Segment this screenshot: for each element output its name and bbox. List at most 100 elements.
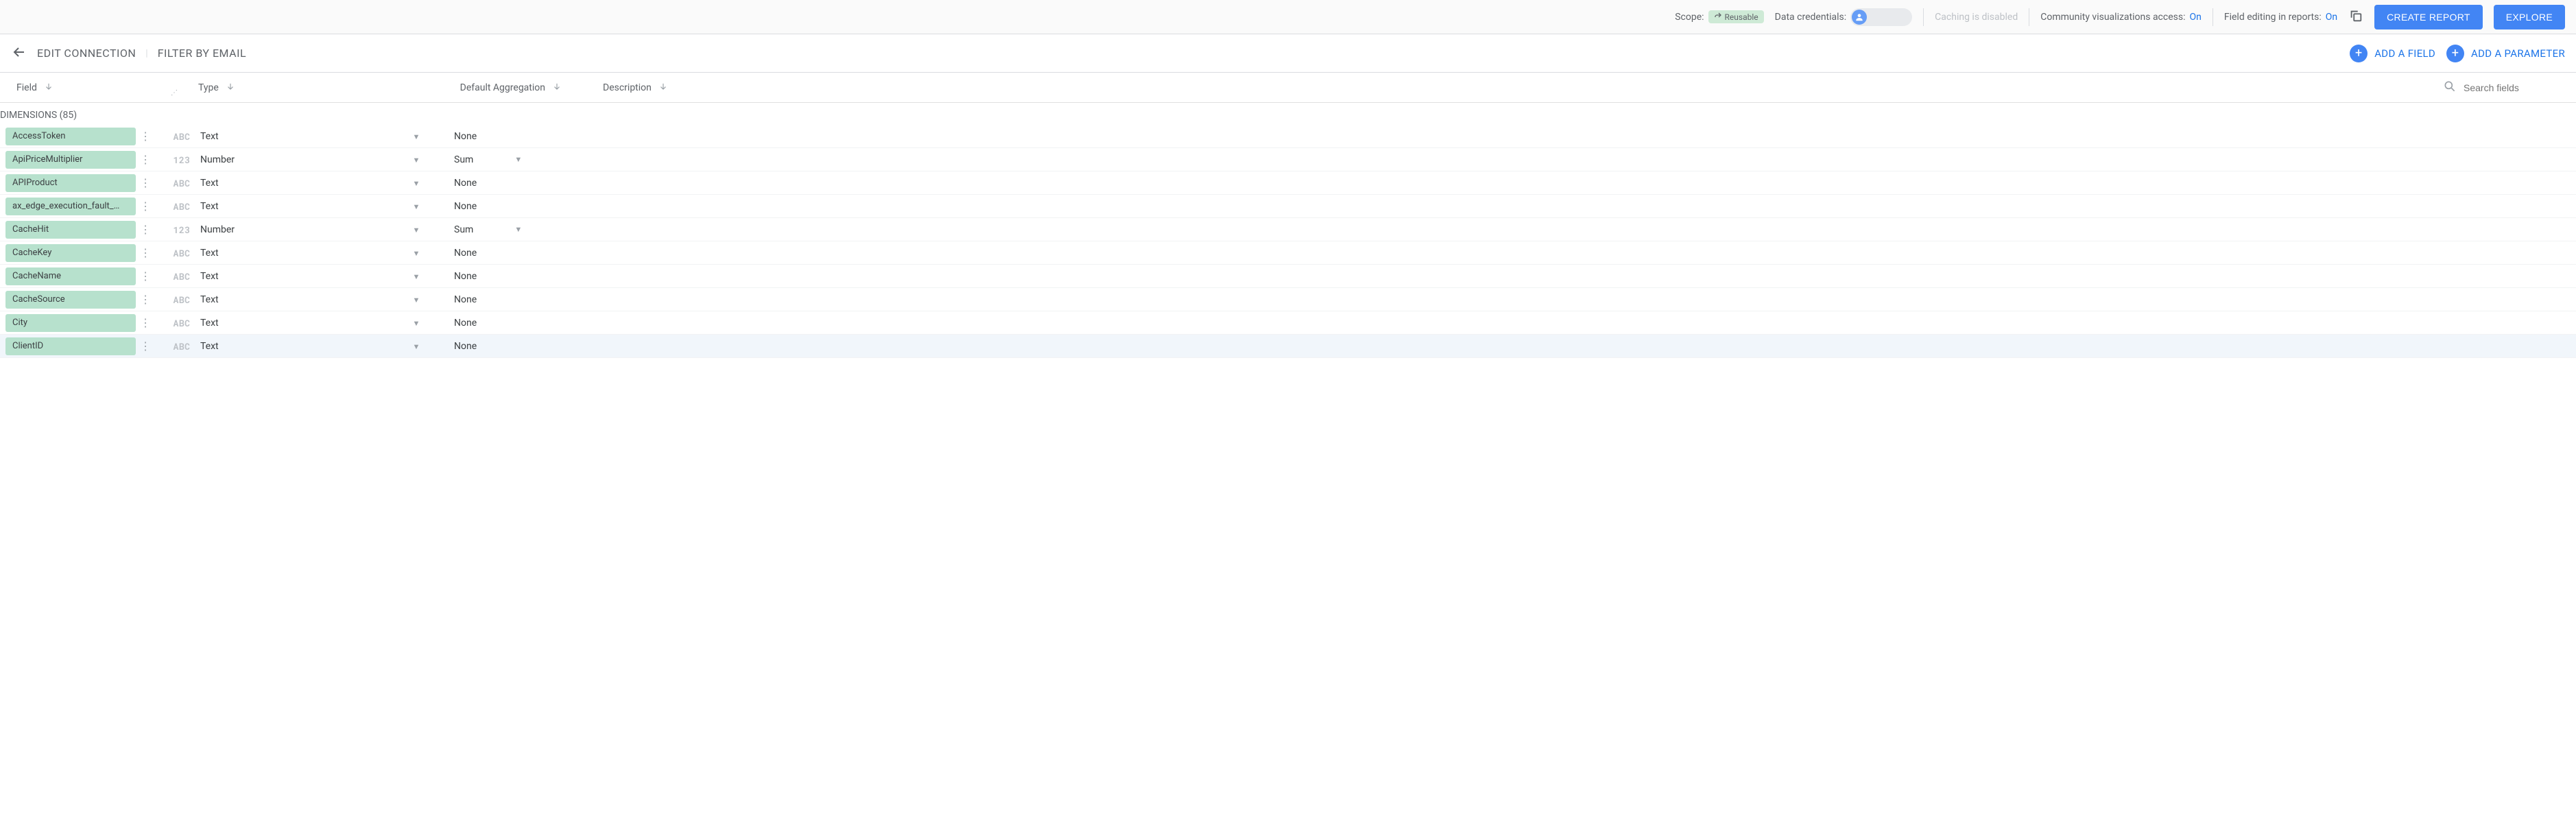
chevron-down-icon[interactable]: ▼ [413,226,420,235]
table-row[interactable]: CacheName⋮ ABCText ▼ None [0,265,2576,288]
aggregation-cell: None [454,271,591,282]
field-name-pill[interactable]: CacheSource [5,291,136,309]
chevron-down-icon[interactable]: ▼ [413,319,420,328]
scope-reusable-chip[interactable]: Reusable [1708,10,1764,23]
person-icon [1852,10,1867,25]
field-name-pill[interactable]: CacheKey [5,244,136,262]
type-cell[interactable]: 123 Number [173,224,406,236]
number-type-icon: 123 [173,224,191,236]
sort-arrow-down-icon [44,82,53,94]
kebab-menu-icon[interactable]: ⋮ [136,130,152,143]
explore-button[interactable]: EXPLORE [2494,5,2565,29]
col-header-description[interactable]: Description [603,82,795,94]
field-editing-value[interactable]: On [2326,12,2337,23]
credentials-owner-chip[interactable] [1850,8,1912,26]
kebab-menu-icon[interactable]: ⋮ [136,153,152,166]
number-type-icon: 123 [173,154,191,166]
kebab-menu-icon[interactable]: ⋮ [136,270,152,283]
chevron-down-icon[interactable]: ▼ [413,342,420,351]
table-row[interactable]: APIProduct⋮ ABCText ▼ None [0,171,2576,195]
field-name-pill[interactable]: ax_edge_execution_fault_… [5,198,136,215]
aggregation-cell[interactable]: Sum▼ [454,154,591,165]
search-fields-input[interactable] [2464,82,2560,93]
chevron-down-icon[interactable]: ▼ [413,179,420,188]
text-type-icon: ABC [173,130,191,143]
type-cell[interactable]: ABCText [173,317,406,329]
col-type-label: Type [198,82,219,93]
type-cell[interactable]: ABCText [173,294,406,306]
type-label: Number [200,224,235,235]
field-name-pill[interactable]: AccessToken [5,128,136,145]
chevron-down-icon[interactable]: ▼ [413,132,420,141]
type-label: Text [200,131,219,142]
text-type-icon: ABC [173,247,191,259]
add-field-button[interactable]: + ADD A FIELD [2350,45,2435,62]
add-parameter-button[interactable]: + ADD A PARAMETER [2446,45,2565,62]
caching-label: Caching is disabled [1935,12,2018,23]
create-report-button[interactable]: CREATE REPORT [2374,5,2483,29]
table-row[interactable]: City⋮ ABCText ▼ None [0,311,2576,335]
kebab-menu-icon[interactable]: ⋮ [136,316,152,329]
table-row[interactable]: CacheHit⋮ 123 Number ▼ Sum ▼ [0,218,2576,241]
chevron-down-icon[interactable]: ▼ [413,202,420,211]
field-name-pill[interactable]: ApiPriceMultiplier [5,151,136,169]
aggregation-label: None [454,201,477,212]
type-label: Text [200,318,219,329]
aggregation-label: Sum [454,224,473,235]
field-name-pill[interactable]: ClientID [5,337,136,355]
type-cell[interactable]: ABCText [173,177,406,189]
type-cell[interactable]: 123Number [173,154,406,166]
community-viz-value[interactable]: On [2189,12,2201,23]
table-row[interactable]: ax_edge_execution_fault_…⋮ ABCText ▼ None [0,195,2576,218]
table-row[interactable]: CacheKey⋮ABCText▼None [0,241,2576,265]
kebab-menu-icon[interactable]: ⋮ [136,223,152,236]
data-credentials-segment: Data credentials: [1775,8,1913,26]
field-name-pill[interactable]: CacheHit [5,221,136,239]
nav-separator: | [145,48,147,59]
plus-icon: + [2350,45,2368,62]
type-cell[interactable]: ABCText [173,270,406,283]
filter-by-email-link[interactable]: FILTER BY EMAIL [158,47,246,60]
table-row[interactable]: ClientID⋮ ABCText ▼ None [0,335,2576,358]
fields-list: AccessToken⋮ABCText▼NoneApiPriceMultipli… [0,125,2576,358]
type-label: Text [200,271,219,282]
kebab-menu-icon[interactable]: ⋮ [136,176,152,189]
type-cell[interactable]: ABC Text [173,130,406,143]
edit-connection-link[interactable]: EDIT CONNECTION [37,47,136,60]
chevron-down-icon[interactable]: ▼ [514,155,522,164]
sort-arrow-down-icon [552,82,562,94]
type-cell[interactable]: ABCText [173,247,406,259]
chevron-down-icon[interactable]: ▼ [413,296,420,305]
type-label: Text [200,201,219,212]
back-arrow-icon[interactable] [11,44,27,63]
aggregation-cell: None [454,178,591,189]
copy-icon[interactable] [2348,8,2363,26]
kebab-menu-icon[interactable]: ⋮ [136,339,152,353]
type-label: Text [200,178,219,189]
col-header-aggregation[interactable]: Default Aggregation [431,82,569,94]
aggregation-label: None [454,178,477,189]
table-header: Field ⋰ Type Default Aggregation Descrip… [0,73,2576,103]
field-name-pill[interactable]: City [5,314,136,332]
col-header-field[interactable]: Field ⋰ [16,82,178,94]
aggregation-cell: None [454,318,591,329]
kebab-menu-icon[interactable]: ⋮ [136,293,152,306]
chevron-down-icon[interactable]: ▼ [413,156,420,165]
chevron-down-icon[interactable]: ▼ [413,249,420,258]
aggregation-cell[interactable]: Sum ▼ [454,224,591,235]
col-header-type[interactable]: Type [198,82,431,94]
field-name-pill[interactable]: APIProduct [5,174,136,192]
type-cell[interactable]: ABCText [173,200,406,213]
kebab-menu-icon[interactable]: ⋮ [136,246,152,259]
chevron-down-icon[interactable]: ▼ [514,225,522,234]
table-row[interactable]: ApiPriceMultiplier⋮123Number▼Sum▼ [0,148,2576,171]
table-row[interactable]: AccessToken⋮ABCText▼None [0,125,2576,148]
resize-handle-icon[interactable]: ⋰ [171,89,178,97]
scope-segment: Scope: Reusable [1675,10,1763,23]
table-row[interactable]: CacheSource⋮ABCText▼None [0,288,2576,311]
type-cell[interactable]: ABCText [173,340,406,353]
kebab-menu-icon[interactable]: ⋮ [136,200,152,213]
chevron-down-icon[interactable]: ▼ [413,272,420,281]
aggregation-cell: None [454,341,591,352]
field-name-pill[interactable]: CacheName [5,267,136,285]
